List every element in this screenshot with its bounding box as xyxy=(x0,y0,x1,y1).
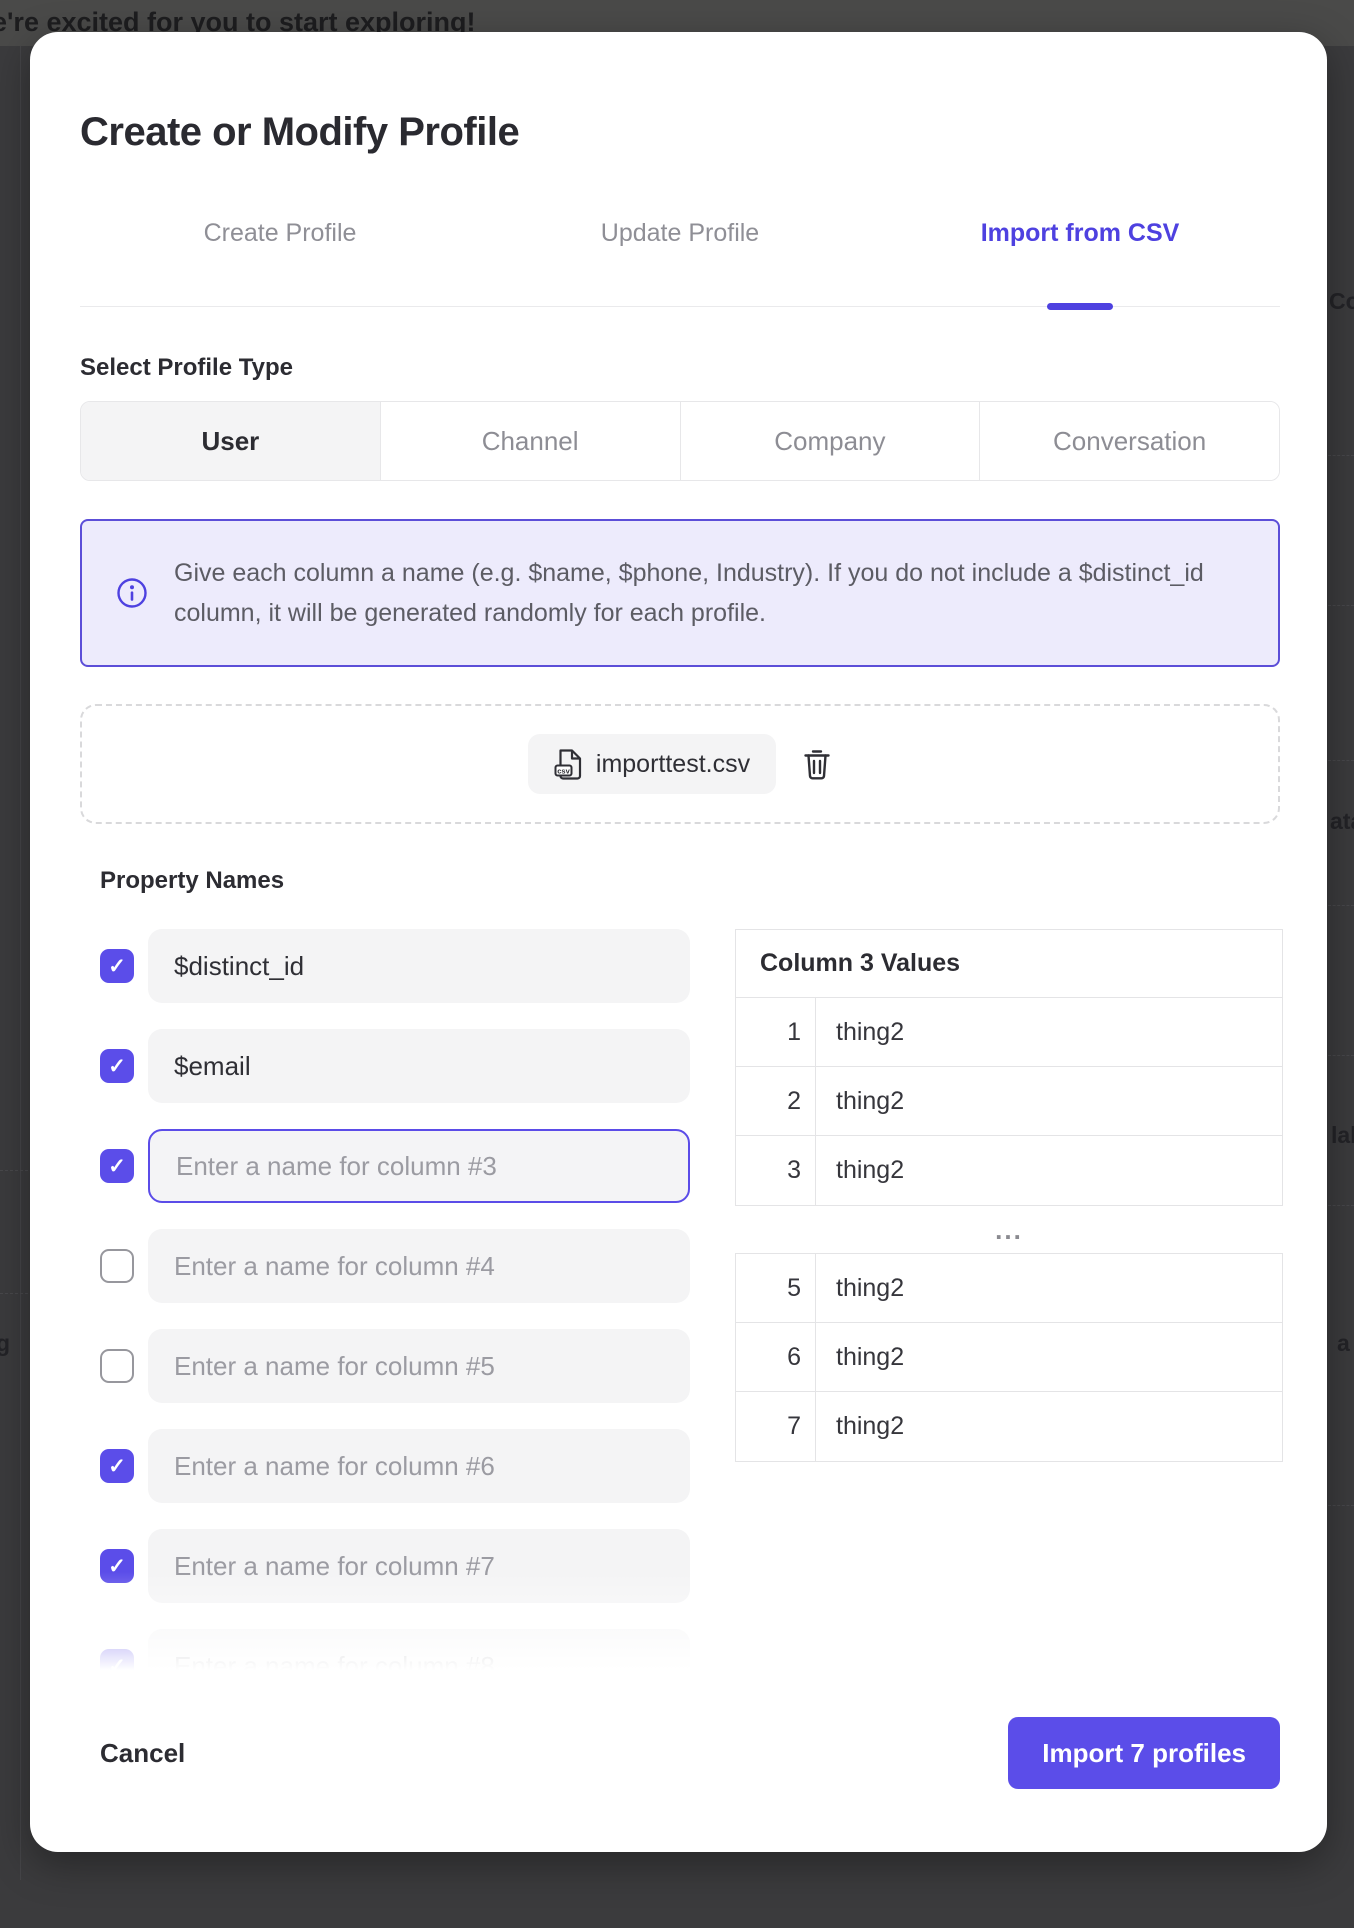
rows-ellipsis: ... xyxy=(735,1206,1283,1253)
column-1-checkbox[interactable]: ✓ xyxy=(100,949,134,983)
background-row-line xyxy=(1328,1055,1354,1056)
check-icon: ✓ xyxy=(108,956,126,977)
import-profiles-button[interactable]: Import 7 profiles xyxy=(1008,1717,1280,1789)
row-value: thing2 xyxy=(816,1392,1282,1461)
property-row-8: ✓ xyxy=(100,1629,690,1692)
row-value: thing2 xyxy=(816,998,1282,1066)
column-6-name-input[interactable] xyxy=(148,1429,690,1503)
background-text-fragment: Col xyxy=(1329,288,1354,315)
values-table-top: Column 3 Values 1 thing2 2 thing2 3 thin… xyxy=(735,929,1283,1206)
remove-file-button[interactable] xyxy=(802,747,832,781)
column-3-name-input[interactable] xyxy=(148,1129,690,1203)
property-row-6: ✓ xyxy=(100,1429,690,1503)
property-row-3: ✓ xyxy=(100,1129,690,1203)
row-value: thing2 xyxy=(816,1136,1282,1205)
info-icon xyxy=(116,577,148,609)
check-icon: ✓ xyxy=(108,1056,126,1077)
table-row: 5 thing2 xyxy=(736,1254,1282,1323)
profile-type-channel[interactable]: Channel xyxy=(380,402,680,480)
tab-create-profile[interactable]: Create Profile xyxy=(80,218,480,249)
row-number: 7 xyxy=(736,1392,816,1461)
property-name-list: ✓ ✓ ✓ xyxy=(80,929,690,1692)
cancel-button[interactable]: Cancel xyxy=(100,1738,185,1769)
background-row-line xyxy=(1328,760,1354,761)
property-names-label: Property Names xyxy=(100,867,1280,895)
values-table-bottom: 5 thing2 6 thing2 7 thing2 xyxy=(735,1253,1283,1462)
background-row-line xyxy=(1328,905,1354,906)
profile-type-conversation[interactable]: Conversation xyxy=(979,402,1279,480)
property-row-4 xyxy=(100,1229,690,1303)
property-row-2: ✓ xyxy=(100,1029,690,1103)
row-value: thing2 xyxy=(816,1254,1282,1322)
row-number: 6 xyxy=(736,1323,816,1391)
table-row: 3 thing2 xyxy=(736,1136,1282,1205)
check-icon: ✓ xyxy=(108,1156,126,1177)
row-value: thing2 xyxy=(816,1323,1282,1391)
background-row-line xyxy=(1328,1205,1354,1206)
background-row-line xyxy=(1328,1505,1354,1506)
column-8-name-input[interactable] xyxy=(148,1629,690,1692)
background-row-line xyxy=(1328,455,1354,456)
info-banner: Give each column a name (e.g. $name, $ph… xyxy=(80,519,1280,667)
column-2-name-input[interactable] xyxy=(148,1029,690,1103)
tab-import-from-csv[interactable]: Import from CSV xyxy=(880,218,1280,249)
column-8-checkbox[interactable]: ✓ xyxy=(100,1649,134,1683)
row-number: 3 xyxy=(736,1136,816,1205)
column-5-checkbox[interactable] xyxy=(100,1349,134,1383)
property-row-1: ✓ xyxy=(100,929,690,1003)
mapping-area: ✓ ✓ ✓ xyxy=(80,929,1280,1692)
row-value: thing2 xyxy=(816,1067,1282,1135)
column-4-name-input[interactable] xyxy=(148,1229,690,1303)
column-6-checkbox[interactable]: ✓ xyxy=(100,1449,134,1483)
column-1-name-input[interactable] xyxy=(148,929,690,1003)
background-row-line xyxy=(0,1293,28,1294)
check-icon: ✓ xyxy=(108,1656,126,1677)
csv-file-icon: csv xyxy=(554,748,583,781)
check-icon: ✓ xyxy=(108,1556,126,1577)
table-row: 7 thing2 xyxy=(736,1392,1282,1461)
uploaded-file-name: importtest.csv xyxy=(596,750,750,779)
tab-update-profile[interactable]: Update Profile xyxy=(480,218,880,249)
background-text-fragment: g xyxy=(0,1330,10,1357)
dialog-tabs: Create Profile Update Profile Import fro… xyxy=(80,218,1280,307)
csv-drop-zone[interactable]: csv importtest.csv xyxy=(80,704,1280,824)
dialog-footer: Cancel Import 7 profiles xyxy=(80,1717,1280,1789)
page-title: Create or Modify Profile xyxy=(80,108,1280,156)
row-number: 5 xyxy=(736,1254,816,1322)
column-4-checkbox[interactable] xyxy=(100,1249,134,1283)
profile-type-company[interactable]: Company xyxy=(680,402,980,480)
column-7-checkbox[interactable]: ✓ xyxy=(100,1549,134,1583)
create-or-modify-profile-dialog: Create or Modify Profile Create Profile … xyxy=(30,32,1327,1852)
table-row: 2 thing2 xyxy=(736,1067,1282,1136)
svg-text:csv: csv xyxy=(557,766,570,775)
background-row-line xyxy=(0,1170,28,1171)
row-number: 2 xyxy=(736,1067,816,1135)
screen: e're excited for you to start exploring!… xyxy=(0,0,1354,1880)
table-row: 6 thing2 xyxy=(736,1323,1282,1392)
column-3-checkbox[interactable]: ✓ xyxy=(100,1149,134,1183)
column-values-preview: Column 3 Values 1 thing2 2 thing2 3 thin… xyxy=(735,929,1283,1692)
background-text-fragment: lab xyxy=(1331,1122,1354,1149)
property-row-7: ✓ xyxy=(100,1529,690,1603)
background-text-fragment: ata xyxy=(1330,808,1354,835)
column-5-name-input[interactable] xyxy=(148,1329,690,1403)
column-2-checkbox[interactable]: ✓ xyxy=(100,1049,134,1083)
values-table-header: Column 3 Values xyxy=(736,930,1282,998)
column-7-name-input[interactable] xyxy=(148,1529,690,1603)
property-row-5 xyxy=(100,1329,690,1403)
select-profile-type-label: Select Profile Type xyxy=(80,354,1280,382)
background-row-line xyxy=(1328,605,1354,606)
background-text-fragment: a xyxy=(1337,1330,1350,1357)
profile-type-selector: User Channel Company Conversation xyxy=(80,401,1280,481)
table-row: 1 thing2 xyxy=(736,998,1282,1067)
background-table-divider xyxy=(20,46,21,1880)
row-number: 1 xyxy=(736,998,816,1066)
info-banner-text: Give each column a name (e.g. $name, $ph… xyxy=(174,553,1214,633)
check-icon: ✓ xyxy=(108,1456,126,1477)
profile-type-user[interactable]: User xyxy=(81,402,380,480)
uploaded-file-chip[interactable]: csv importtest.csv xyxy=(528,734,776,794)
trash-icon xyxy=(802,747,832,781)
